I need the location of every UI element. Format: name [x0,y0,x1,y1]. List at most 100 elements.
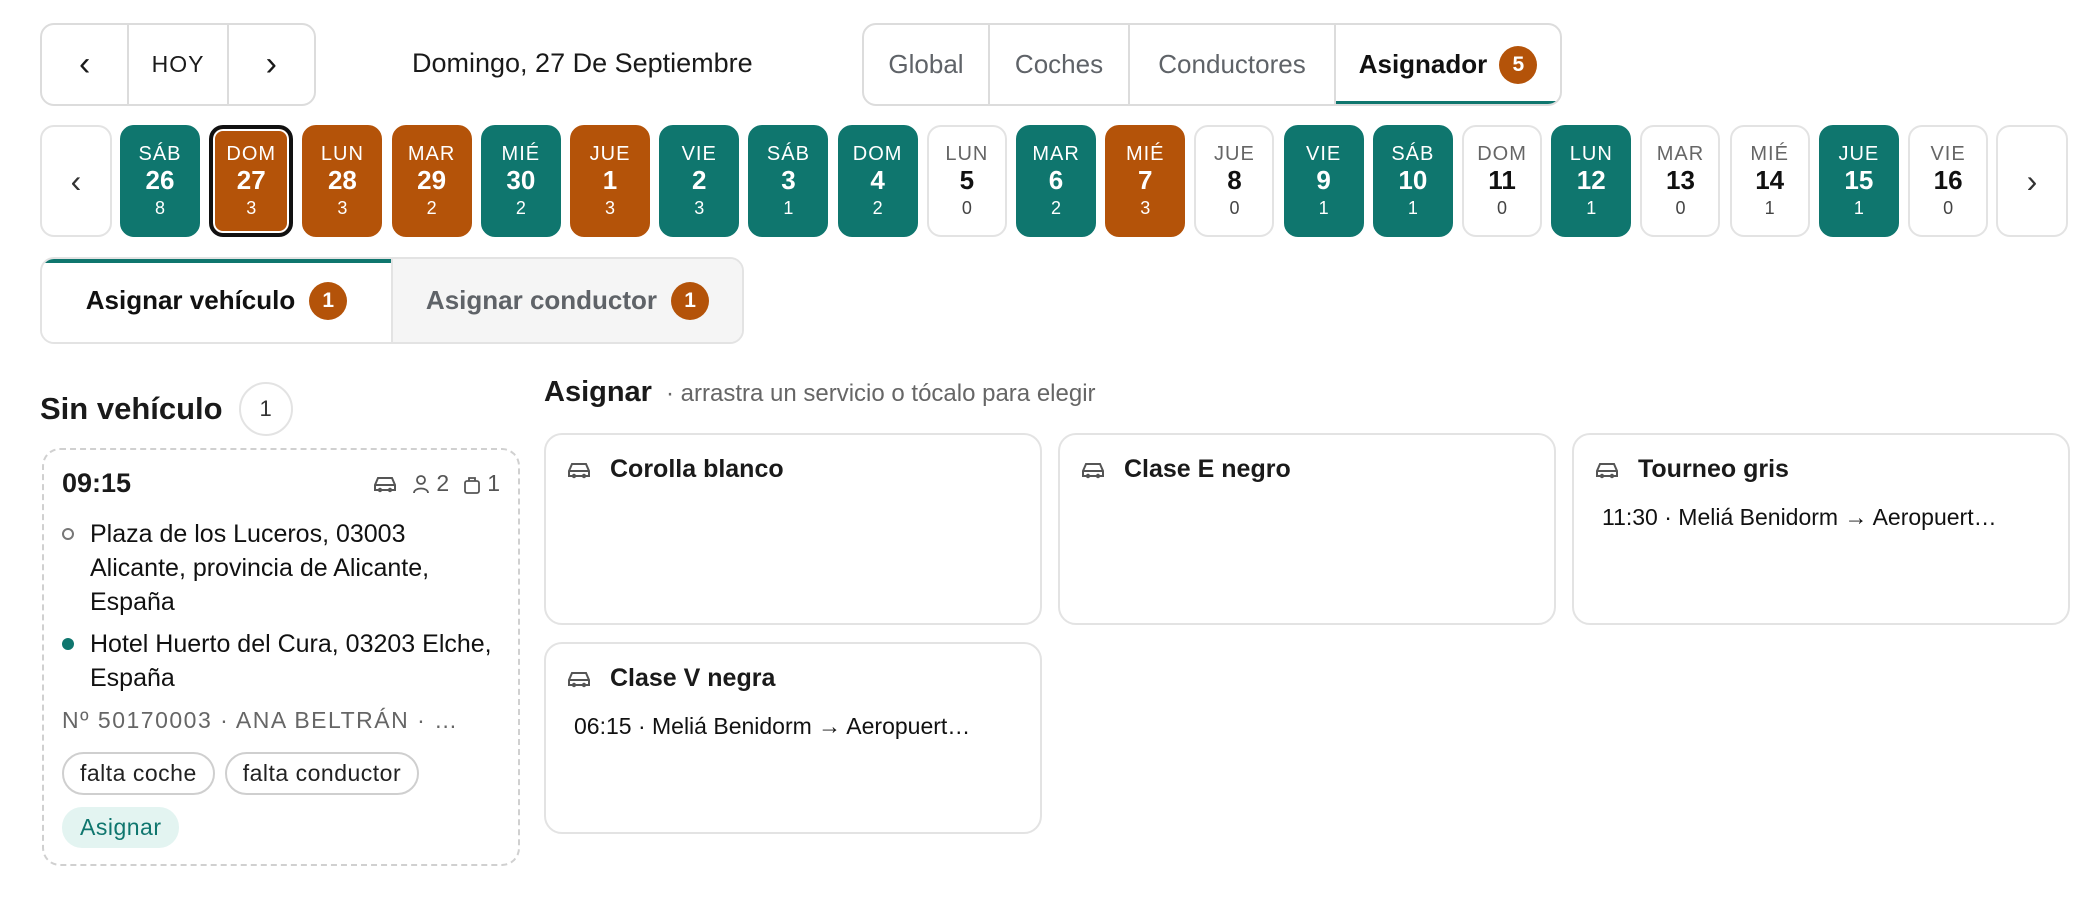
day-weekday: MAR [1032,143,1080,166]
vehicle-card[interactable]: Tourneo gris 11:30 · Meliá Benidorm → Ae… [1572,433,2070,625]
tab-asignador[interactable]: Asignador 5 [1336,25,1560,104]
day-number: 30 [506,165,536,196]
day-cell[interactable]: JUE 8 0 [1194,125,1275,237]
day-weekday: LUN [320,143,364,166]
service-time: 09:15 [62,468,132,498]
unassigned-section-title: Sin vehículo 1 [40,382,293,436]
tab-asignar-vehiculo[interactable]: Asignar vehículo 1 [42,259,391,342]
day-service-count: 2 [426,197,437,218]
day-number: 5 [959,165,975,196]
day-service-count: 3 [605,197,616,218]
day-service-count: 0 [1497,197,1508,218]
day-cell[interactable]: MIÉ 30 2 [480,125,561,237]
day-cell[interactable]: DOM 4 2 [837,125,918,237]
passenger-count: 2 [436,470,450,496]
day-weekday: SÁB [766,143,810,166]
day-number: 15 [1844,165,1874,196]
prev-day-button[interactable]: ‹ [42,25,127,104]
day-number: 16 [1933,165,1963,196]
vehicle-card[interactable]: Clase V negra 06:15 · Meliá Benidorm → A… [544,642,1042,834]
day-cell[interactable]: MIÉ 14 1 [1729,125,1810,237]
tab-asignar-conductor[interactable]: Asignar conductor 1 [391,259,742,342]
day-weekday: JUE [1214,143,1255,166]
day-cell[interactable]: MIÉ 7 3 [1105,125,1186,237]
service-card[interactable]: 09:15 2 1 Plaza de los Luceros, 03003 Al… [42,448,520,866]
day-service-count: 3 [246,197,257,218]
day-service-count: 0 [1229,197,1240,218]
day-number: 29 [417,165,447,196]
day-number: 28 [327,165,357,196]
day-cell[interactable]: JUE 15 1 [1818,125,1899,237]
strip-next-button[interactable]: › [1996,125,2068,237]
day-weekday: MIÉ [1750,143,1789,166]
missing-car-tag: falta coche [62,752,215,795]
day-cell[interactable]: SÁB 10 1 [1372,125,1453,237]
day-service-count: 0 [1943,197,1954,218]
day-weekday: VIE [1930,143,1966,166]
tab-label: Conductores [1158,49,1306,79]
day-weekday: DOM [852,143,903,166]
person-icon [413,474,430,493]
vehicle-name: Tourneo gris [1638,455,1789,483]
day-cell[interactable]: JUE 1 3 [570,125,651,237]
day-weekday: LUN [945,143,989,166]
day-number: 9 [1316,165,1331,196]
count-badge: 5 [1499,45,1538,84]
day-cell[interactable]: SÁB 26 8 [120,125,201,237]
destination-stop: Hotel Huerto del Cura, 03203 Elche, Espa… [62,627,500,695]
vehicle-service[interactable]: 11:30 · Meliá Benidorm → Aeropuert… [1602,504,2048,531]
day-weekday: MIÉ [1125,143,1165,166]
day-cell[interactable]: MAR 29 2 [391,125,472,237]
car-icon [1596,462,1618,478]
day-cell[interactable]: LUN 12 1 [1551,125,1632,237]
count-badge: 1 [671,281,710,320]
service-reference: Nº 50170003 · ANA BELTRÁN · … [62,707,459,733]
day-service-count: 1 [783,197,794,218]
count-badge: 1 [309,281,348,320]
day-cell[interactable]: MAR 13 0 [1640,125,1721,237]
route: Plaza de los Luceros, 03003 Alicante, pr… [62,517,500,695]
day-cell[interactable]: LUN 5 0 [926,125,1007,237]
day-cell[interactable]: DOM 11 0 [1462,125,1543,237]
tab-label: Global [888,49,964,79]
day-cell[interactable]: DOM 27 3 [209,125,294,237]
day-cell[interactable]: VIE 2 3 [659,125,740,237]
strip-prev-button[interactable]: ‹ [40,125,112,237]
day-cell[interactable]: LUN 28 3 [302,125,383,237]
tab-global[interactable]: Global [864,25,990,104]
assign-button[interactable]: Asignar [62,807,180,848]
day-cell[interactable]: MAR 6 2 [1016,125,1097,237]
day-service-count: 1 [1764,197,1775,218]
today-button[interactable]: HOY [127,25,229,104]
day-service-count: 2 [515,197,526,218]
origin-dot-icon [62,528,74,540]
day-service-count: 1 [1853,197,1864,218]
day-number: 11 [1488,165,1516,196]
origin-address: Plaza de los Luceros, 03003 Alicante, pr… [90,520,430,616]
day-weekday: JUE [589,143,631,166]
day-cell[interactable]: VIE 9 1 [1283,125,1364,237]
missing-driver-tag: falta conductor [224,752,420,795]
day-number: 2 [691,165,707,196]
day-cell[interactable]: SÁB 3 1 [748,125,829,237]
tab-conductores[interactable]: Conductores [1130,25,1336,104]
vehicle-card[interactable]: Corolla blanco [544,433,1042,625]
next-day-button[interactable]: › [229,25,314,104]
vehicle-card[interactable]: Clase E negro [1058,433,1556,625]
bag-count: 1 [487,470,500,496]
day-weekday: DOM [1477,143,1527,166]
day-number: 8 [1227,165,1242,196]
tab-label: Asignar vehículo [85,285,296,315]
car-icon [1082,462,1104,478]
vehicle-service[interactable]: 06:15 · Meliá Benidorm → Aeropuert… [574,713,1020,740]
origin-stop: Plaza de los Luceros, 03003 Alicante, pr… [62,517,500,619]
vehicle-name: Clase E negro [1124,455,1291,483]
day-list: SÁB 26 8 DOM 27 3 LUN 28 3 MAR 29 2 MIÉ 30 2 JUE 1 3 VIE 2 3… [120,125,1989,237]
day-service-count: 3 [1140,197,1151,218]
day-weekday: JUE [1838,143,1880,166]
day-service-count: 1 [1586,197,1597,218]
tab-coches[interactable]: Coches [990,25,1130,104]
day-number: 12 [1576,165,1606,196]
day-cell[interactable]: VIE 16 0 [1908,125,1989,237]
day-number: 3 [781,165,796,196]
